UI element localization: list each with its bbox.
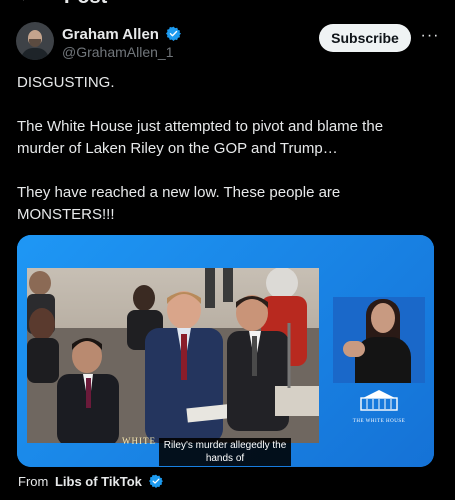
post-line-3: They have reached a new low. These peopl… — [17, 184, 341, 223]
lower-third-text: WHITE — [122, 436, 156, 446]
subscribe-button[interactable]: Subscribe — [319, 24, 411, 52]
white-house-building-icon — [360, 390, 398, 411]
author-name-row[interactable]: Graham Allen — [62, 26, 182, 43]
verified-badge-icon — [148, 474, 163, 488]
avatar-beard — [29, 39, 41, 47]
source-label: From — [18, 474, 49, 489]
source-attribution: From Libs of TikTok — [18, 474, 163, 489]
white-house-logo: THE WHITE HOUSE — [343, 388, 415, 428]
avatar[interactable] — [16, 22, 54, 60]
back-arrow-icon[interactable]: ← — [18, 0, 34, 6]
avatar-body — [21, 48, 49, 60]
author-handle[interactable]: @GrahamAllen_1 — [62, 44, 174, 60]
reporters-illustration — [27, 268, 319, 443]
top-bar: ← Post — [0, 0, 455, 10]
more-options-icon[interactable]: ··· — [420, 27, 440, 47]
sign-language-interpreter — [333, 297, 425, 383]
author-row: Graham Allen @GrahamAllen_1 Subscribe ··… — [16, 22, 441, 62]
briefing-room-video[interactable] — [27, 268, 319, 443]
page-title: Post — [64, 0, 107, 9]
interpreter-head — [371, 303, 395, 333]
author-display-name[interactable]: Graham Allen — [62, 26, 159, 43]
post-media-video[interactable]: THE WHITE HOUSE WHITE Riley's murder all… — [17, 235, 434, 467]
verified-badge-icon[interactable] — [166, 26, 182, 41]
source-name-link[interactable]: Libs of TikTok — [55, 474, 142, 489]
white-house-logo-text: THE WHITE HOUSE — [352, 419, 406, 424]
post-text: DISGUSTING. The White House just attempt… — [17, 72, 427, 226]
post-line-1: DISGUSTING. — [17, 74, 115, 91]
post-line-2: The White House just attempted to pivot … — [17, 118, 384, 157]
interpreter-hand — [343, 341, 365, 357]
video-caption: Riley's murder allegedly the hands of — [159, 438, 291, 466]
